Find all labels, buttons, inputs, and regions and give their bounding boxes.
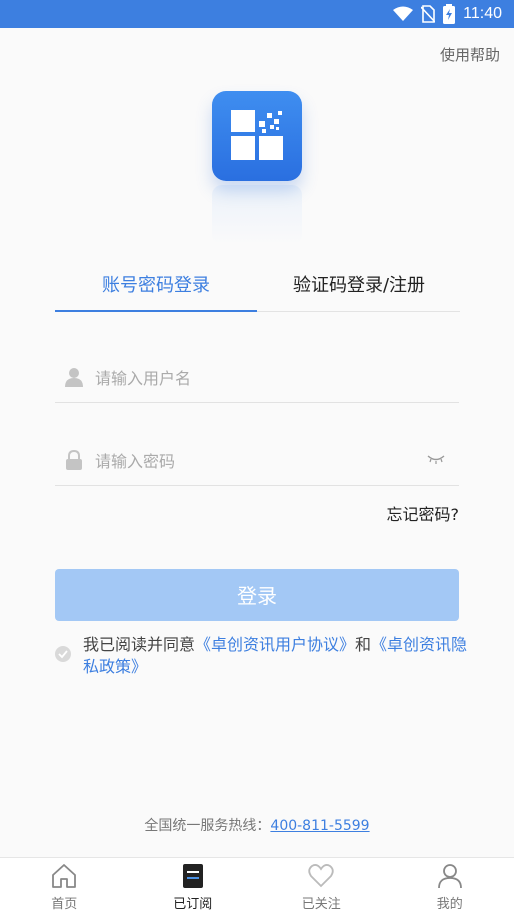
heart-icon (308, 863, 334, 889)
home-icon (51, 863, 77, 889)
agreement-prefix: 我已阅读并同意 (83, 635, 195, 654)
agreement-middle: 和 (355, 635, 371, 654)
service-hotline: 全国统一服务热线：400-811-5599 (0, 815, 514, 835)
password-input[interactable] (93, 445, 417, 477)
user-icon (65, 367, 83, 387)
help-link[interactable]: 使用帮助 (440, 44, 500, 65)
agree-checkbox[interactable] (55, 646, 71, 662)
user-icon (437, 863, 463, 889)
logo-reflection (212, 185, 302, 245)
active-tab-indicator (55, 310, 257, 312)
tab-password-login[interactable]: 账号密码登录 (55, 262, 257, 310)
wifi-icon (393, 6, 413, 22)
hotline-phone-link[interactable]: 400-811-5599 (270, 818, 369, 834)
agreement-text: 我已阅读并同意《卓创资讯用户协议》和《卓创资讯隐私政策》 (83, 634, 468, 678)
user-agreement-link[interactable]: 《卓创资讯用户协议》 (195, 635, 355, 654)
nav-item-subscribed[interactable]: 已订阅 (129, 858, 258, 914)
nav-item-followed[interactable]: 已关注 (257, 858, 386, 914)
nav-label-followed: 已关注 (257, 893, 386, 912)
tab-code-login-register[interactable]: 验证码登录/注册 (258, 262, 460, 310)
password-field (55, 435, 459, 486)
nav-item-mine[interactable]: 我的 (386, 858, 514, 914)
battery-charging-icon (443, 4, 455, 24)
login-tabs: 账号密码登录 验证码登录/注册 (55, 262, 460, 312)
nav-label-subscribed: 已订阅 (129, 893, 258, 912)
no-sim-icon (421, 5, 435, 23)
login-button[interactable]: 登录 (55, 569, 459, 621)
check-icon (55, 646, 71, 662)
username-input[interactable] (93, 362, 417, 394)
app-logo (212, 91, 302, 181)
status-time: 11:40 (463, 5, 502, 23)
bottom-nav: 首页 已订阅 已关注 我的 (0, 857, 514, 914)
username-field (55, 352, 459, 403)
lock-icon (65, 450, 83, 470)
logo-grid-icon (212, 91, 302, 181)
nav-item-home[interactable]: 首页 (0, 858, 129, 914)
hide-password-icon[interactable] (427, 453, 445, 465)
forgot-password-link[interactable]: 忘记密码? (387, 501, 460, 525)
subscribed-icon (180, 863, 206, 889)
status-bar: 11:40 (0, 0, 514, 28)
nav-label-home: 首页 (0, 893, 129, 912)
nav-label-mine: 我的 (386, 893, 514, 912)
hotline-label: 全国统一服务热线： (144, 818, 270, 834)
